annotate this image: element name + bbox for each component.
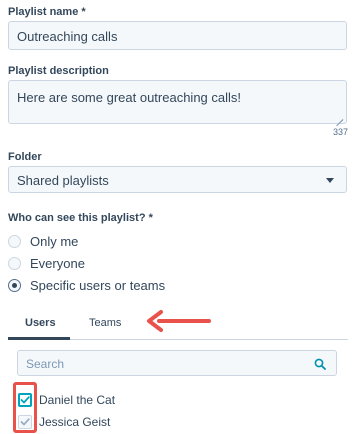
tab-teams[interactable]: Teams <box>89 317 121 329</box>
annotation-arrow-icon <box>147 310 211 332</box>
radio-button-selected[interactable] <box>8 278 21 292</box>
chevron-down-icon <box>326 178 334 183</box>
folder-select[interactable]: Shared playlists <box>8 166 347 193</box>
search-input[interactable]: Search <box>17 350 337 376</box>
active-tab-indicator <box>8 337 70 340</box>
playlist-name-label: Playlist name * <box>8 6 86 18</box>
folder-selected-value: Shared playlists <box>17 173 109 188</box>
radio-everyone[interactable]: Everyone <box>8 254 85 272</box>
playlist-description-textarea[interactable]: Here are some great outreaching calls! <box>8 80 347 124</box>
visibility-label: Who can see this playlist? * <box>8 212 153 224</box>
folder-label: Folder <box>8 151 42 163</box>
playlist-description-value: Here are some great outreaching calls! <box>17 90 242 105</box>
tab-users[interactable]: Users <box>25 317 56 329</box>
search-icon[interactable] <box>314 358 326 370</box>
annotation-highlight-box <box>13 382 37 433</box>
radio-only-me[interactable]: Only me <box>8 232 78 250</box>
radio-label: Everyone <box>30 255 85 271</box>
playlist-name-value: Outreaching calls <box>17 29 118 44</box>
playlist-name-input[interactable]: Outreaching calls <box>8 21 347 50</box>
radio-button[interactable] <box>8 256 21 270</box>
search-placeholder: Search <box>26 357 65 371</box>
radio-specific-users-or-teams[interactable]: Specific users or teams <box>8 276 165 294</box>
radio-label: Specific users or teams <box>30 277 166 293</box>
radio-button[interactable] <box>8 234 21 248</box>
user-name: Jessica Geist <box>39 415 111 429</box>
playlist-description-label: Playlist description <box>8 65 109 77</box>
radio-label: Only me <box>30 233 79 249</box>
resize-handle-icon[interactable] <box>336 113 343 120</box>
character-counter: 337 <box>332 127 348 137</box>
user-name: Daniel the Cat <box>39 393 116 407</box>
